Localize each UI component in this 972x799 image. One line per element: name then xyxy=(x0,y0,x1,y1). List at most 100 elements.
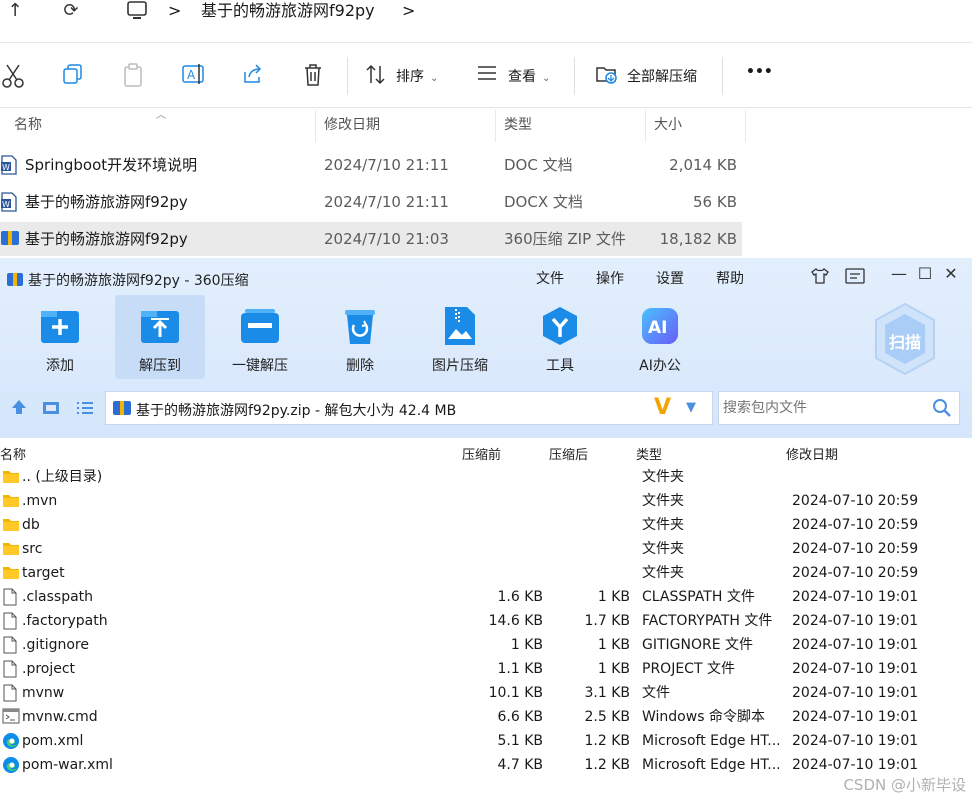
archive-entry-row[interactable]: .project 1.1 KB 1 KB PROJECT 文件 2024-07-10 1… xyxy=(0,657,972,681)
archive-entry-row[interactable]: mvnw 10.1 KB 3.1 KB 文件 2024-07-10 19:01 xyxy=(0,681,972,705)
folder-icon xyxy=(2,468,19,486)
entry-size-before: 5.1 KB xyxy=(497,733,544,749)
up-arrow-icon[interactable]: ↑ xyxy=(0,0,30,24)
folder-icon xyxy=(2,516,19,534)
column-header-size[interactable]: 大小 xyxy=(646,110,746,142)
view-icon[interactable] xyxy=(476,63,502,89)
one-click-extract-button[interactable]: 一键解压 xyxy=(215,295,305,379)
breadcrumb-current-folder[interactable]: 基于的畅游旅游网f92py xyxy=(201,0,375,22)
up-level-icon[interactable] xyxy=(10,398,28,420)
copy-icon[interactable] xyxy=(62,63,88,89)
archive-entry-row[interactable]: .. (上级目录) 文件夹 xyxy=(0,465,972,489)
file-row[interactable]: W Springboot开发环境说明 2024/7/10 21:11 DOC 文档 2,… xyxy=(0,148,742,182)
column-header-name[interactable]: 名称 xyxy=(6,110,316,142)
entry-name: .factorypath xyxy=(22,613,108,629)
archive-entry-row[interactable]: .gitignore 1 KB 1 KB GITIGNORE 文件 2024-07-10… xyxy=(0,633,972,657)
menu-operation[interactable]: 操作 xyxy=(596,268,624,288)
sort-icon[interactable] xyxy=(365,63,391,89)
toolbar-divider xyxy=(574,57,575,95)
extract-all-button[interactable]: 全部解压缩 xyxy=(627,66,697,86)
search-icon[interactable] xyxy=(932,398,952,422)
file-explorer-window: ↑ ⟳ > 基于的畅游旅游网f92py > A 排序 ⌄ 查看 ⌄ 全部解压缩 … xyxy=(0,0,972,258)
file-row[interactable]: W 基于的畅游旅游网f92py 2024/7/10 21:11 DOCX 文档 56 K… xyxy=(0,185,742,219)
this-pc-icon[interactable] xyxy=(126,0,148,22)
rename-icon[interactable]: A xyxy=(182,63,208,89)
column-header-after[interactable]: 压缩后 xyxy=(549,444,588,463)
tools-icon xyxy=(539,305,581,347)
search-input[interactable] xyxy=(719,392,924,424)
extract-all-icon[interactable] xyxy=(595,63,621,89)
entry-modified: 2024-07-10 20:59 xyxy=(792,565,919,581)
view-button[interactable]: 查看 ⌄ xyxy=(508,66,550,86)
archive-entry-row[interactable]: .factorypath 14.6 KB 1.7 KB FACTORYPATH 文件 2… xyxy=(0,609,972,633)
menu-settings[interactable]: 设置 xyxy=(656,268,684,288)
more-options-icon[interactable]: ••• xyxy=(746,64,773,80)
file-row[interactable]: 基于的畅游旅游网f92py 2024/7/10 21:03 360压缩 ZIP 文件… xyxy=(0,222,742,256)
close-icon[interactable]: ✕ xyxy=(939,264,963,283)
column-header-type[interactable]: 类型 xyxy=(496,110,646,142)
extract-to-button[interactable]: 解压到 xyxy=(115,295,205,379)
version-v-icon[interactable]: V xyxy=(654,395,671,420)
archive-entry-row[interactable]: pom.xml 5.1 KB 1.2 KB Microsoft Edge HT... 2… xyxy=(0,729,972,753)
entry-type: CLASSPATH 文件 xyxy=(642,589,755,605)
feedback-icon[interactable] xyxy=(845,268,865,288)
refresh-icon[interactable]: ⟳ xyxy=(56,0,86,24)
skin-shirt-icon[interactable] xyxy=(810,267,830,289)
entry-type: Microsoft Edge HT... xyxy=(642,757,781,773)
entry-modified: 2024-07-10 19:01 xyxy=(792,589,919,605)
column-header-type[interactable]: 类型 xyxy=(636,444,662,463)
delete-icon[interactable] xyxy=(302,63,328,89)
sort-button[interactable]: 排序 ⌄ xyxy=(396,66,438,86)
entry-type: GITIGNORE 文件 xyxy=(642,637,754,653)
paste-icon[interactable] xyxy=(122,63,148,89)
archive-entry-row[interactable]: target 文件夹 2024-07-10 20:59 xyxy=(0,561,972,585)
entry-size-before: 1 KB xyxy=(510,637,543,653)
toolbar-label: 添加 xyxy=(46,358,74,374)
archive-path-bar[interactable]: 基于的畅游旅游网f92py.zip - 解包大小为 42.4 MB V ▼ xyxy=(105,391,713,425)
column-header-name[interactable]: 名称 xyxy=(0,444,26,463)
column-header-modified[interactable]: 修改日期 xyxy=(316,110,496,142)
maximize-icon[interactable]: ☐ xyxy=(913,264,937,283)
file-icon xyxy=(2,684,19,702)
breadcrumb-separator[interactable]: > xyxy=(168,0,181,22)
image-compress-button[interactable]: 图片压缩 xyxy=(415,295,505,379)
svg-text:AI: AI xyxy=(648,318,667,338)
archive-search-box[interactable] xyxy=(718,391,960,425)
toolbar-label: 解压到 xyxy=(139,358,181,374)
menu-file[interactable]: 文件 xyxy=(536,268,564,288)
share-icon[interactable] xyxy=(242,63,268,89)
entry-modified: 2024-07-10 20:59 xyxy=(792,541,919,557)
entry-name: .gitignore xyxy=(22,637,89,653)
explorer-command-bar: A 排序 ⌄ 查看 ⌄ 全部解压缩 ••• xyxy=(0,42,972,108)
thumbnail-view-icon[interactable] xyxy=(42,400,60,419)
file-size: 18,182 KB xyxy=(659,230,737,248)
archive-entry-row[interactable]: .mvn 文件夹 2024-07-10 20:59 xyxy=(0,489,972,513)
archive-entry-row[interactable]: db 文件夹 2024-07-10 20:59 xyxy=(0,513,972,537)
minimize-icon[interactable]: — xyxy=(887,264,911,283)
breadcrumb-separator[interactable]: > xyxy=(402,0,415,22)
archive-entry-row[interactable]: src 文件夹 2024-07-10 20:59 xyxy=(0,537,972,561)
folder-icon xyxy=(2,492,19,510)
scan-badge[interactable]: 扫描 xyxy=(872,302,938,376)
entry-name: mvnw xyxy=(22,685,65,701)
entry-name: .project xyxy=(22,661,76,677)
column-header-modified[interactable]: 修改日期 xyxy=(786,444,838,463)
path-dropdown-icon[interactable]: ▼ xyxy=(686,400,696,415)
tools-button[interactable]: 工具 xyxy=(515,295,605,379)
folder-icon xyxy=(2,540,19,558)
column-header-before[interactable]: 压缩前 xyxy=(462,444,501,463)
cut-icon[interactable] xyxy=(2,63,28,89)
entry-name: target xyxy=(22,565,65,581)
delete-button[interactable]: 删除 xyxy=(315,295,405,379)
add-button[interactable]: 添加 xyxy=(15,295,105,379)
menu-help[interactable]: 帮助 xyxy=(716,268,744,288)
one-click-extract-icon xyxy=(239,305,281,347)
archive-entry-row[interactable]: .classpath 1.6 KB 1 KB CLASSPATH 文件 2024-07-… xyxy=(0,585,972,609)
file-name: 基于的畅游旅游网f92py xyxy=(25,230,188,248)
ai-office-button[interactable]: AI AI办公 xyxy=(615,295,705,379)
entry-type: 文件夹 xyxy=(642,517,684,533)
list-view-icon[interactable] xyxy=(76,400,94,419)
360zip-app-icon xyxy=(6,270,24,288)
archive-entry-row[interactable]: mvnw.cmd 6.6 KB 2.5 KB Windows 命令脚本 2024-07-… xyxy=(0,705,972,729)
archive-entry-row[interactable]: pom-war.xml 4.7 KB 1.2 KB Microsoft Edge HT… xyxy=(0,753,972,777)
